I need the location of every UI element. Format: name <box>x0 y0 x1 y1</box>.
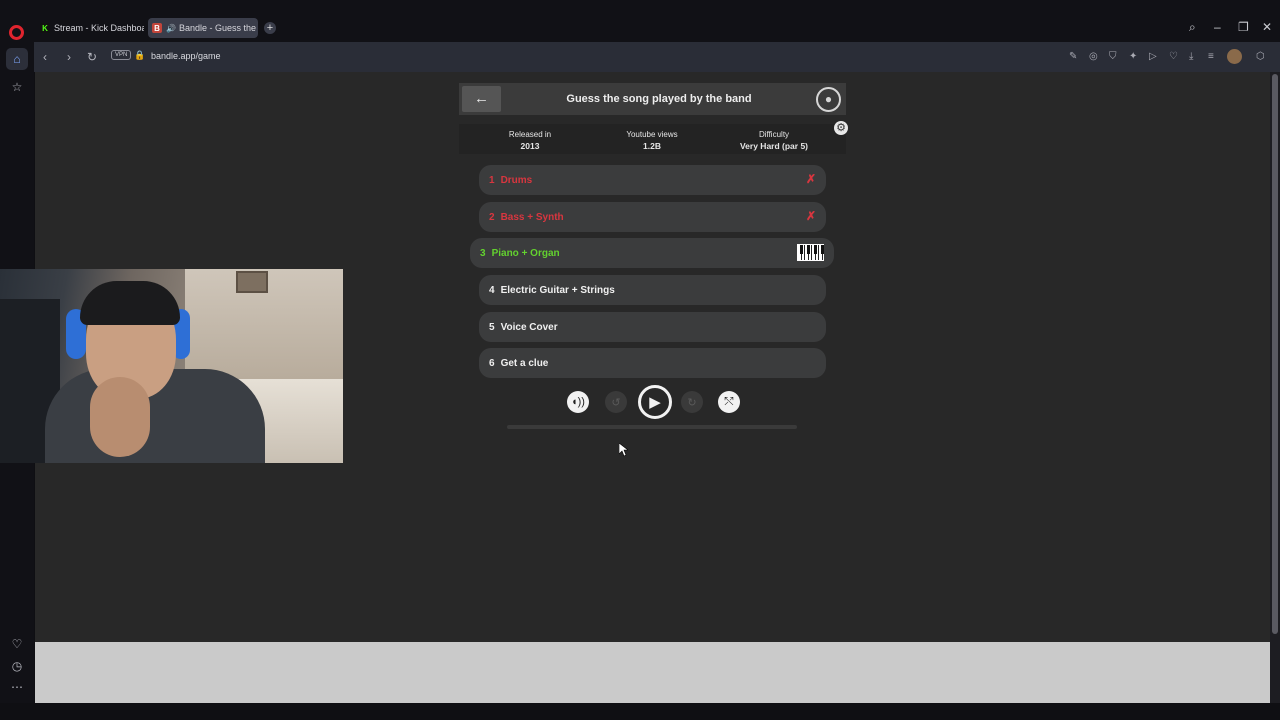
forward-nav-icon[interactable]: › <box>67 50 71 64</box>
fast-forward-icon[interactable]: ↻ <box>681 391 703 413</box>
track-number: 1 <box>489 174 495 186</box>
piano-keys-icon <box>797 244 824 261</box>
kick-favicon-icon: K <box>40 23 50 33</box>
webcam-overlay <box>0 269 343 463</box>
camera-icon[interactable]: ◎ <box>1089 51 1098 62</box>
user-profile-icon[interactable]: ● <box>816 87 841 112</box>
tab-label: Bandle - Guess the so <box>178 23 258 33</box>
track-row-piano-organ[interactable]: 3 Piano + Organ <box>470 238 834 268</box>
audio-playing-icon[interactable]: 🔊 <box>166 24 176 33</box>
bookmarks-icon[interactable]: ☆ <box>10 80 24 94</box>
track-label: Electric Guitar + Strings <box>500 284 615 296</box>
webcam-cap <box>80 281 180 325</box>
lock-icon[interactable]: 🔒 <box>134 50 145 61</box>
wrong-x-icon: ✗ <box>805 172 816 186</box>
volume-icon[interactable]: ◖)) <box>567 391 589 413</box>
close-window-icon[interactable]: ✕ <box>1262 20 1272 34</box>
window-bottom-edge <box>0 703 1280 720</box>
page-footer-area <box>35 642 1270 703</box>
wrong-x-icon: ✗ <box>805 209 816 223</box>
profile-avatar[interactable] <box>1227 49 1242 64</box>
player-icon[interactable]: ▷ <box>1149 51 1157 62</box>
home-icon[interactable]: ⌂ <box>6 48 28 70</box>
bandle-favicon-icon: B <box>152 23 162 33</box>
info-value: Very Hard (par 5) <box>739 141 809 151</box>
track-row-voice-cover[interactable]: 5 Voice Cover <box>479 312 826 342</box>
play-button[interactable]: ▶ <box>638 385 672 419</box>
settings-gear-icon[interactable]: ⚙ <box>834 121 848 135</box>
track-row-bass-synth[interactable]: 2 Bass + Synth ✗ <box>479 202 826 232</box>
skip-icon[interactable]: ⤲ <box>718 391 740 413</box>
game-header: ← Guess the song played by the band ● <box>459 83 846 115</box>
edit-icon[interactable]: ✎ <box>1069 51 1077 62</box>
scrollbar-thumb[interactable] <box>1272 74 1278 634</box>
info-label: Youtube views <box>626 130 678 139</box>
views-info: Youtube views 1.2B <box>587 130 717 151</box>
track-row-drums[interactable]: 1 Drums ✗ <box>479 165 826 195</box>
info-value: 1.2B <box>643 141 661 151</box>
released-info: Released in 2013 <box>465 130 595 151</box>
browser-tab-strip: K Stream - Kick Dashboard B 🔊 Bandle - G… <box>0 0 1280 42</box>
opera-logo-icon[interactable] <box>9 25 24 40</box>
back-arrow-icon[interactable]: ← <box>462 86 501 112</box>
tab-label: Stream - Kick Dashboard <box>54 23 144 33</box>
reload-icon[interactable]: ↻ <box>87 50 97 64</box>
new-tab-button[interactable]: + <box>264 22 276 34</box>
mouse-cursor-icon <box>619 443 628 457</box>
track-number: 4 <box>489 284 495 296</box>
minimize-icon[interactable]: – <box>1214 20 1221 34</box>
track-label: Drums <box>500 174 533 186</box>
track-number: 2 <box>489 211 495 223</box>
track-label: Voice Cover <box>500 321 558 333</box>
difficulty-info: Difficulty Very Hard (par 5) <box>709 130 839 151</box>
tab-kick-dashboard[interactable]: K Stream - Kick Dashboard <box>36 18 144 38</box>
restore-icon[interactable]: ❐ <box>1238 20 1249 34</box>
favorites-heart-icon[interactable]: ♡ <box>10 637 24 651</box>
menu-icon[interactable]: ≡ <box>1208 51 1214 62</box>
playback-progress-bar[interactable] <box>507 425 797 429</box>
info-value: 2013 <box>520 141 540 151</box>
extensions-icon[interactable]: ✦ <box>1129 51 1137 62</box>
info-label: Released in <box>508 130 552 139</box>
shield-icon[interactable]: ⛉ <box>1109 51 1117 62</box>
song-info-row: Released in 2013 Youtube views 1.2B Diff… <box>459 124 846 154</box>
info-label: Difficulty <box>758 130 790 139</box>
download-icon[interactable]: ⤓ <box>1189 51 1193 62</box>
track-label: Bass + Synth <box>500 211 564 223</box>
track-row-get-a-clue[interactable]: 6 Get a clue <box>479 348 826 378</box>
vpn-badge[interactable]: VPN <box>111 50 132 60</box>
track-label: Get a clue <box>500 357 549 369</box>
easy-setup-icon[interactable]: ⬡ <box>1256 51 1265 62</box>
back-nav-icon[interactable]: ‹ <box>43 50 47 64</box>
url-field[interactable]: bandle.app/game <box>151 51 221 61</box>
history-clock-icon[interactable]: ◷ <box>10 659 24 673</box>
track-number: 5 <box>489 321 495 333</box>
game-title: Guess the song played by the band <box>566 93 752 105</box>
more-options-icon[interactable]: ⋯ <box>10 680 24 694</box>
address-bar: ‹ › ↻ VPN 🔒 bandle.app/game ✎ ◎ ⛉ ✦ ▷ ♡ … <box>34 42 1280 72</box>
track-row-guitar-strings[interactable]: 4 Electric Guitar + Strings <box>479 275 826 305</box>
tab-bandle[interactable]: B 🔊 Bandle - Guess the so <box>148 18 258 38</box>
webcam-hand <box>90 377 150 457</box>
track-number: 6 <box>489 357 495 369</box>
track-label: Piano + Organ <box>491 247 560 259</box>
heart-icon[interactable]: ♡ <box>1169 51 1178 62</box>
tab-search-icon[interactable]: ⌕ <box>1189 20 1196 35</box>
track-number: 3 <box>480 247 486 259</box>
rewind-icon[interactable]: ↺ <box>605 391 627 413</box>
webcam-picture-frame <box>236 271 268 293</box>
